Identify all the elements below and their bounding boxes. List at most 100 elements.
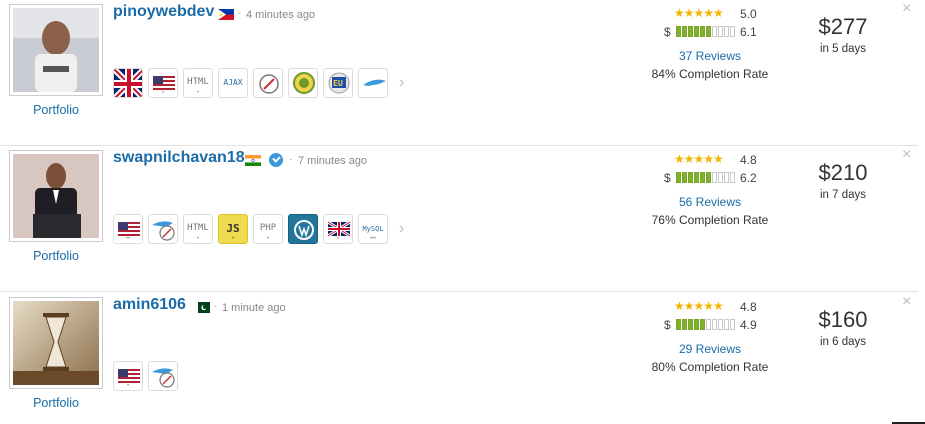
mysql-label: MySQL (362, 225, 384, 233)
avatar[interactable] (9, 297, 103, 389)
avatar-photo (13, 301, 99, 385)
uk-flag-icon[interactable] (113, 68, 143, 98)
close-icon[interactable]: × (902, 146, 911, 164)
portfolio-link[interactable]: Portfolio (9, 103, 103, 117)
ajax-icon[interactable]: AJAX (218, 68, 248, 98)
us-flag-icon[interactable]: • (148, 68, 178, 98)
separator-dot: · (214, 301, 218, 312)
dollar-sign: $ (664, 25, 671, 39)
earnings-bar-segment (730, 26, 735, 37)
earnings-bar-segment (688, 26, 693, 37)
earnings-bar-segment (712, 172, 717, 183)
portfolio-link[interactable]: Portfolio (9, 396, 103, 410)
level-dots: ••• (369, 236, 377, 242)
plane-icon[interactable] (358, 68, 388, 98)
level-dots: • (231, 236, 235, 242)
close-icon[interactable]: × (902, 0, 911, 18)
bid-time: 1 minute ago (222, 302, 286, 314)
india-flag-icon (245, 155, 261, 166)
uk-flag-icon[interactable]: • (323, 214, 353, 244)
earnings-bar-segment (730, 319, 735, 330)
us-flag-icon[interactable]: • (113, 361, 143, 391)
earnings-bar-segment (730, 172, 735, 183)
reviews-link[interactable]: 56 Reviews (660, 195, 760, 209)
username-link[interactable]: pinoywebdev (113, 3, 214, 21)
earnings-bar-segment (724, 26, 729, 37)
earnings-bar-segment (724, 319, 729, 330)
dollar-sign: $ (664, 318, 671, 332)
earnings-bar-segment (676, 172, 681, 183)
dollar-sign: $ (664, 171, 671, 185)
earnings-bar-segment (706, 319, 711, 330)
username-link[interactable]: amin6106 (113, 296, 186, 314)
level-dots: •• (125, 236, 131, 242)
earnings-bar-segment (700, 26, 705, 37)
reviews-link[interactable]: 37 Reviews (660, 49, 760, 63)
earnings-bar-segment (706, 172, 711, 183)
delivery-days: in 7 days (819, 189, 867, 201)
rating-value: 4.8 (740, 153, 757, 167)
earnings-score: 6.1 (740, 25, 757, 39)
close-icon[interactable]: × (902, 293, 911, 311)
earnings-bar-segment (718, 26, 723, 37)
html-icon[interactable]: HTML • (183, 214, 213, 244)
earnings-bar-segment (718, 172, 723, 183)
philippines-flag-icon (218, 9, 234, 20)
earnings-bar-segment (694, 26, 699, 37)
username-link[interactable]: swapnilchavan18 (113, 149, 245, 167)
level-dots: • (336, 236, 340, 242)
html-icon[interactable]: HTML • (183, 68, 213, 98)
rating-value: 4.8 (740, 300, 757, 314)
completion-rate: 80% Completion Rate (651, 360, 769, 374)
bid-price: $277 (818, 14, 868, 39)
html-label: HTML (187, 77, 209, 87)
bid-card: Portfolio swapnilchavan18 · 7 minutes ag… (0, 146, 925, 293)
earnings-bar-segment (676, 319, 681, 330)
wordpress-icon[interactable] (288, 214, 318, 244)
earnings-bar-segment (700, 172, 705, 183)
earnings-bar-segment (676, 26, 681, 37)
html-label: HTML (187, 223, 209, 233)
eu-icon[interactable]: EU (323, 68, 353, 98)
mysql-icon[interactable]: MySQL ••• (358, 214, 388, 244)
earnings-bar-segment (694, 172, 699, 183)
completion-rate: 84% Completion Rate (651, 67, 769, 81)
avatar-photo (13, 8, 99, 92)
plane-compass-icon[interactable] (148, 361, 178, 391)
level-dots: • (161, 90, 165, 96)
avatar-photo (13, 154, 99, 238)
reviews-link[interactable]: 29 Reviews (660, 342, 760, 356)
earnings-score: 6.2 (740, 171, 757, 185)
compass-icon[interactable] (253, 68, 283, 98)
delivery-days: in 5 days (819, 43, 867, 55)
js-label: JS (226, 222, 240, 235)
avatar[interactable] (9, 4, 103, 96)
earnings-bar-segment (712, 319, 717, 330)
earnings-bar-segment (688, 172, 693, 183)
portfolio-link[interactable]: Portfolio (9, 249, 103, 263)
earnings-bar-segment (700, 319, 705, 330)
eu-label: EU (333, 79, 343, 88)
bid-card: Portfolio amin6106 · 1 minute ago • ★★★★… (0, 293, 925, 424)
earnings-score: 4.9 (740, 318, 757, 332)
star-rating: ★★★★★ (674, 152, 724, 166)
verified-icon (269, 153, 283, 167)
earnings-bar-segment (718, 319, 723, 330)
bid-price: $210 (818, 160, 868, 185)
delivery-days: in 6 days (819, 336, 867, 348)
php-icon[interactable]: PHP • (253, 214, 283, 244)
pakistan-flag-icon (194, 302, 210, 313)
seal-icon[interactable] (288, 68, 318, 98)
javascript-icon[interactable]: JS • (218, 214, 248, 244)
earnings-bar-segment (682, 319, 687, 330)
earnings-bar-segment (682, 172, 687, 183)
us-flag-icon[interactable]: •• (113, 214, 143, 244)
chevron-right-icon[interactable]: › (399, 74, 404, 92)
earnings-bar-segment (724, 172, 729, 183)
level-dots: • (126, 383, 130, 389)
separator-dot: · (289, 154, 293, 165)
divider (0, 291, 918, 292)
plane-compass-icon[interactable] (148, 214, 178, 244)
chevron-right-icon[interactable]: › (399, 220, 404, 238)
avatar[interactable] (9, 150, 103, 242)
